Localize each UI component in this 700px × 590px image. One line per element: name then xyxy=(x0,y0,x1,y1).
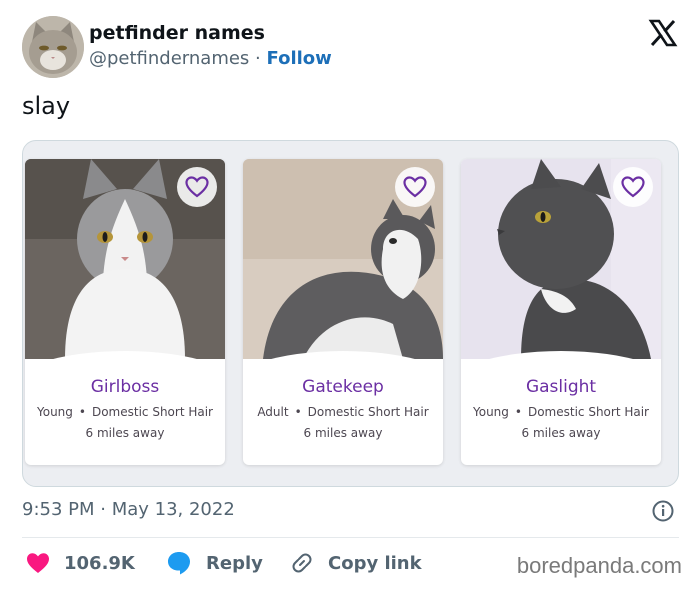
favorite-button[interactable] xyxy=(613,167,653,207)
pet-distance: 6 miles away xyxy=(85,426,165,440)
pet-meta: Adult • Domestic Short Hair xyxy=(243,405,443,419)
like-button[interactable]: 106.9K xyxy=(26,548,135,578)
heart-outline-icon xyxy=(621,176,645,198)
pet-age: Adult xyxy=(257,405,289,419)
info-icon[interactable] xyxy=(652,500,674,522)
reply-bubble-icon xyxy=(168,552,190,575)
favorite-button[interactable] xyxy=(395,167,435,207)
x-logo-icon[interactable] xyxy=(648,18,678,48)
tweet-header: petfinder names @petfindernames · Follow xyxy=(22,16,682,80)
pet-breed: Domestic Short Hair xyxy=(527,405,649,419)
tweet-text: slay xyxy=(22,92,71,120)
author-name[interactable]: petfinder names xyxy=(89,22,265,44)
meta-separator: • xyxy=(78,405,86,419)
pet-distance: 6 miles away xyxy=(521,426,601,440)
copy-link-label: Copy link xyxy=(328,552,422,574)
handle-separator: · xyxy=(255,48,261,69)
tweet-timestamp[interactable]: 9:53 PM · May 13, 2022 xyxy=(22,499,235,520)
pet-name[interactable]: Gaslight xyxy=(461,377,661,397)
favorite-button[interactable] xyxy=(177,167,217,207)
author-handle[interactable]: @petfindernames xyxy=(89,48,249,69)
pet-age: Young xyxy=(36,405,73,419)
meta-separator: • xyxy=(514,405,522,419)
author-avatar[interactable] xyxy=(22,16,84,78)
tweet-media[interactable]: Girlboss Young • Domestic Short Hair 6 mil… xyxy=(22,140,679,487)
heart-outline-icon xyxy=(403,176,427,198)
heart-outline-icon xyxy=(185,176,209,198)
author-subline: @petfindernames · Follow xyxy=(89,48,332,69)
like-count: 106.9K xyxy=(64,552,135,574)
pet-card[interactable]: Gaslight Young • Domestic Short Hair 6 mil… xyxy=(461,159,661,465)
pet-breed: Domestic Short Hair xyxy=(307,405,429,419)
pet-age: Young xyxy=(472,405,509,419)
pet-card[interactable]: Girlboss Young • Domestic Short Hair 6 mil… xyxy=(25,159,225,465)
pet-name[interactable]: Gatekeep xyxy=(243,377,443,397)
pet-meta: Young • Domestic Short Hair xyxy=(461,405,661,419)
copy-link-button[interactable]: Copy link xyxy=(290,548,422,578)
link-icon xyxy=(292,553,312,573)
pet-distance: 6 miles away xyxy=(303,426,383,440)
reply-button[interactable]: Reply xyxy=(166,548,263,578)
pet-card[interactable]: Gatekeep Adult • Domestic Short Hair 6 mil… xyxy=(243,159,443,465)
meta-separator: • xyxy=(294,405,302,419)
follow-button[interactable]: Follow xyxy=(267,48,332,69)
pet-name[interactable]: Girlboss xyxy=(25,377,225,397)
reply-label: Reply xyxy=(206,552,263,574)
divider xyxy=(22,537,679,538)
watermark: boredpanda.com xyxy=(516,553,682,578)
heart-filled-icon xyxy=(27,553,49,573)
pet-meta: Young • Domestic Short Hair xyxy=(25,405,225,419)
pet-breed: Domestic Short Hair xyxy=(91,405,213,419)
